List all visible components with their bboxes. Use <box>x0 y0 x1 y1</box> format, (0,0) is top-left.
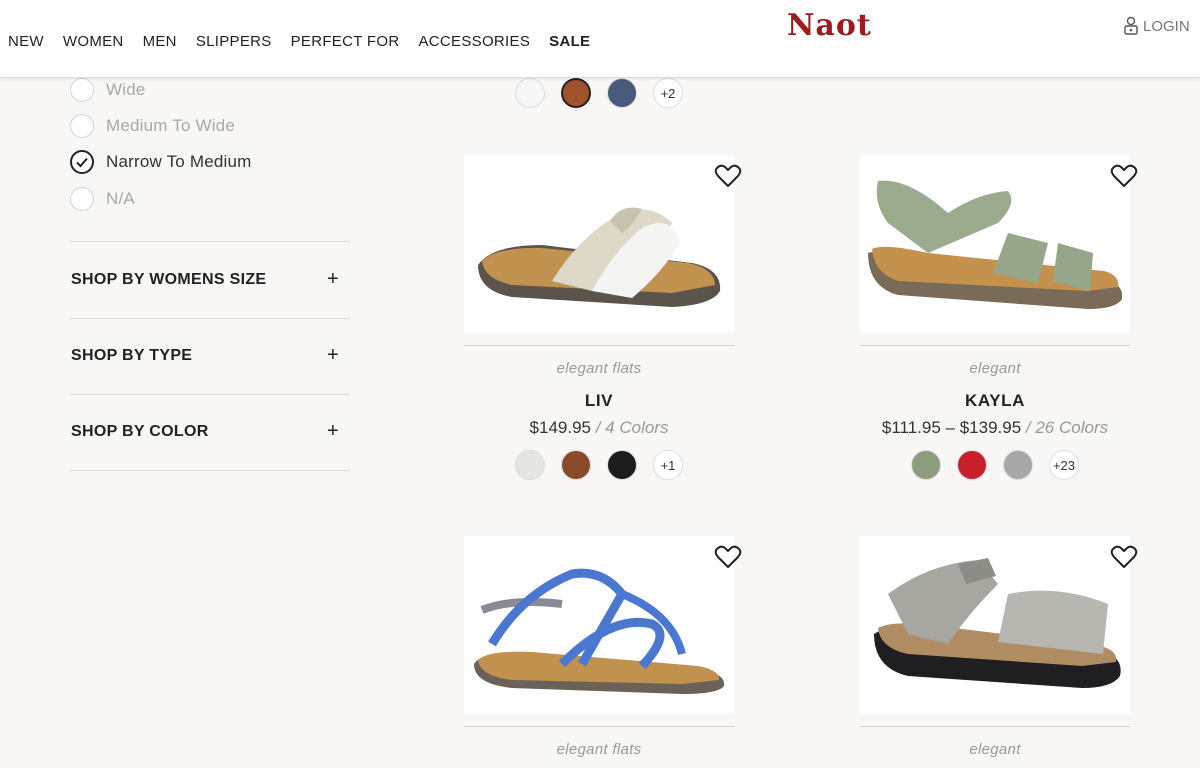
product-card[interactable]: elegant <box>860 536 1138 758</box>
checkmark-icon <box>70 150 94 174</box>
product-category: elegant <box>969 741 1021 758</box>
radio-unchecked-icon <box>70 114 94 138</box>
filter-option-label: Wide <box>106 80 146 99</box>
product-name[interactable]: LIV <box>464 391 734 411</box>
radio-unchecked-icon <box>70 187 94 211</box>
nav-new[interactable]: NEW <box>8 33 44 50</box>
heart-icon[interactable] <box>1110 544 1138 570</box>
color-swatches: +23 <box>860 450 1130 480</box>
nav-men[interactable]: MEN <box>143 33 177 50</box>
plus-icon: + <box>327 420 339 442</box>
site-header: NEW WOMEN MEN SLIPPERS PERFECT FOR ACCES… <box>0 0 1200 78</box>
divider <box>860 345 1130 346</box>
product-name[interactable]: KAYLA <box>860 391 1130 411</box>
divider <box>860 726 1130 727</box>
divider <box>70 470 350 471</box>
accordion-title: SHOP BY COLOR <box>71 422 209 440</box>
heart-icon[interactable] <box>1110 163 1138 189</box>
more-colors-button[interactable]: +1 <box>653 450 683 480</box>
filter-option-wide[interactable]: Wide <box>70 78 146 102</box>
colors-count: / 26 Colors <box>1025 418 1109 437</box>
product-category: elegant <box>969 360 1021 377</box>
nav-women[interactable]: WOMEN <box>63 33 124 50</box>
filter-option-na[interactable]: N/A <box>70 187 135 211</box>
price-value: $111.95 – $139.95 <box>881 418 1022 437</box>
product-price: $149.95 / 4 Colors <box>464 418 734 438</box>
product-card[interactable]: elegant flats <box>464 536 742 758</box>
product-card[interactable]: elegant flats LIV $149.95 / 4 Colors +1 <box>464 155 742 480</box>
accordion-shop-by-color[interactable]: SHOP BY COLOR + <box>71 420 339 443</box>
product-price: $111.95 – $139.95 / 26 Colors <box>860 418 1130 438</box>
product-category: elegant flats <box>556 741 642 758</box>
more-colors-button[interactable]: +23 <box>1049 450 1079 480</box>
more-colors-button[interactable]: +2 <box>653 78 683 108</box>
sandal-image <box>474 568 725 694</box>
price-value: $149.95 <box>529 418 591 437</box>
color-swatch[interactable] <box>515 450 545 480</box>
divider <box>70 318 350 319</box>
filter-option-label: Medium To Wide <box>106 116 236 135</box>
color-swatches: +2 <box>515 78 683 108</box>
radio-unchecked-icon <box>70 78 94 102</box>
divider <box>464 726 734 727</box>
user-lock-icon <box>1124 16 1138 35</box>
product-image[interactable] <box>860 155 1138 333</box>
nav-perfect-for[interactable]: PERFECT FOR <box>291 33 400 50</box>
product-card[interactable]: elegant KAYLA $111.95 – $139.95 / 26 Col… <box>860 155 1138 480</box>
plus-icon: + <box>327 268 339 290</box>
filter-option-narrow-to-medium[interactable]: Narrow To Medium <box>70 150 252 174</box>
filter-option-label: Narrow To Medium <box>106 152 252 171</box>
color-swatch[interactable] <box>607 450 637 480</box>
divider <box>70 394 350 395</box>
heart-icon[interactable] <box>714 544 742 570</box>
filter-option-label: N/A <box>106 189 135 208</box>
sandal-image <box>868 180 1122 309</box>
color-swatch[interactable] <box>607 78 637 108</box>
sandal-image <box>874 558 1121 688</box>
product-image[interactable] <box>860 536 1138 714</box>
color-swatches: +1 <box>464 450 734 480</box>
accordion-title: SHOP BY TYPE <box>71 346 193 364</box>
login-link[interactable]: LOGIN <box>1122 16 1190 36</box>
product-image[interactable] <box>464 155 742 333</box>
login-label: LOGIN <box>1143 17 1190 35</box>
color-swatch[interactable] <box>561 450 591 480</box>
nav-slippers[interactable]: SLIPPERS <box>196 33 272 50</box>
color-swatch[interactable] <box>1003 450 1033 480</box>
heart-icon[interactable] <box>714 163 742 189</box>
color-swatch-selected[interactable] <box>561 78 591 108</box>
sandal-image <box>478 207 721 307</box>
accordion-shop-by-type[interactable]: SHOP BY TYPE + <box>71 344 339 367</box>
main-nav: NEW WOMEN MEN SLIPPERS PERFECT FOR ACCES… <box>8 33 590 50</box>
accordion-title: SHOP BY WOMENS SIZE <box>71 270 267 288</box>
color-swatch[interactable] <box>957 450 987 480</box>
accordion-shop-by-womens-size[interactable]: SHOP BY WOMENS SIZE + <box>71 268 339 291</box>
filter-option-medium-to-wide[interactable]: Medium To Wide <box>70 114 235 138</box>
divider <box>464 345 734 346</box>
color-swatch[interactable] <box>515 78 545 108</box>
brand-logo[interactable]: Naot <box>787 8 872 43</box>
nav-accessories[interactable]: ACCESSORIES <box>418 33 530 50</box>
plus-icon: + <box>327 344 339 366</box>
nav-sale[interactable]: SALE <box>549 33 590 50</box>
color-swatch[interactable] <box>911 450 941 480</box>
product-image[interactable] <box>464 536 742 714</box>
divider <box>70 241 350 242</box>
colors-count: / 4 Colors <box>595 418 669 437</box>
product-category: elegant flats <box>556 360 642 377</box>
